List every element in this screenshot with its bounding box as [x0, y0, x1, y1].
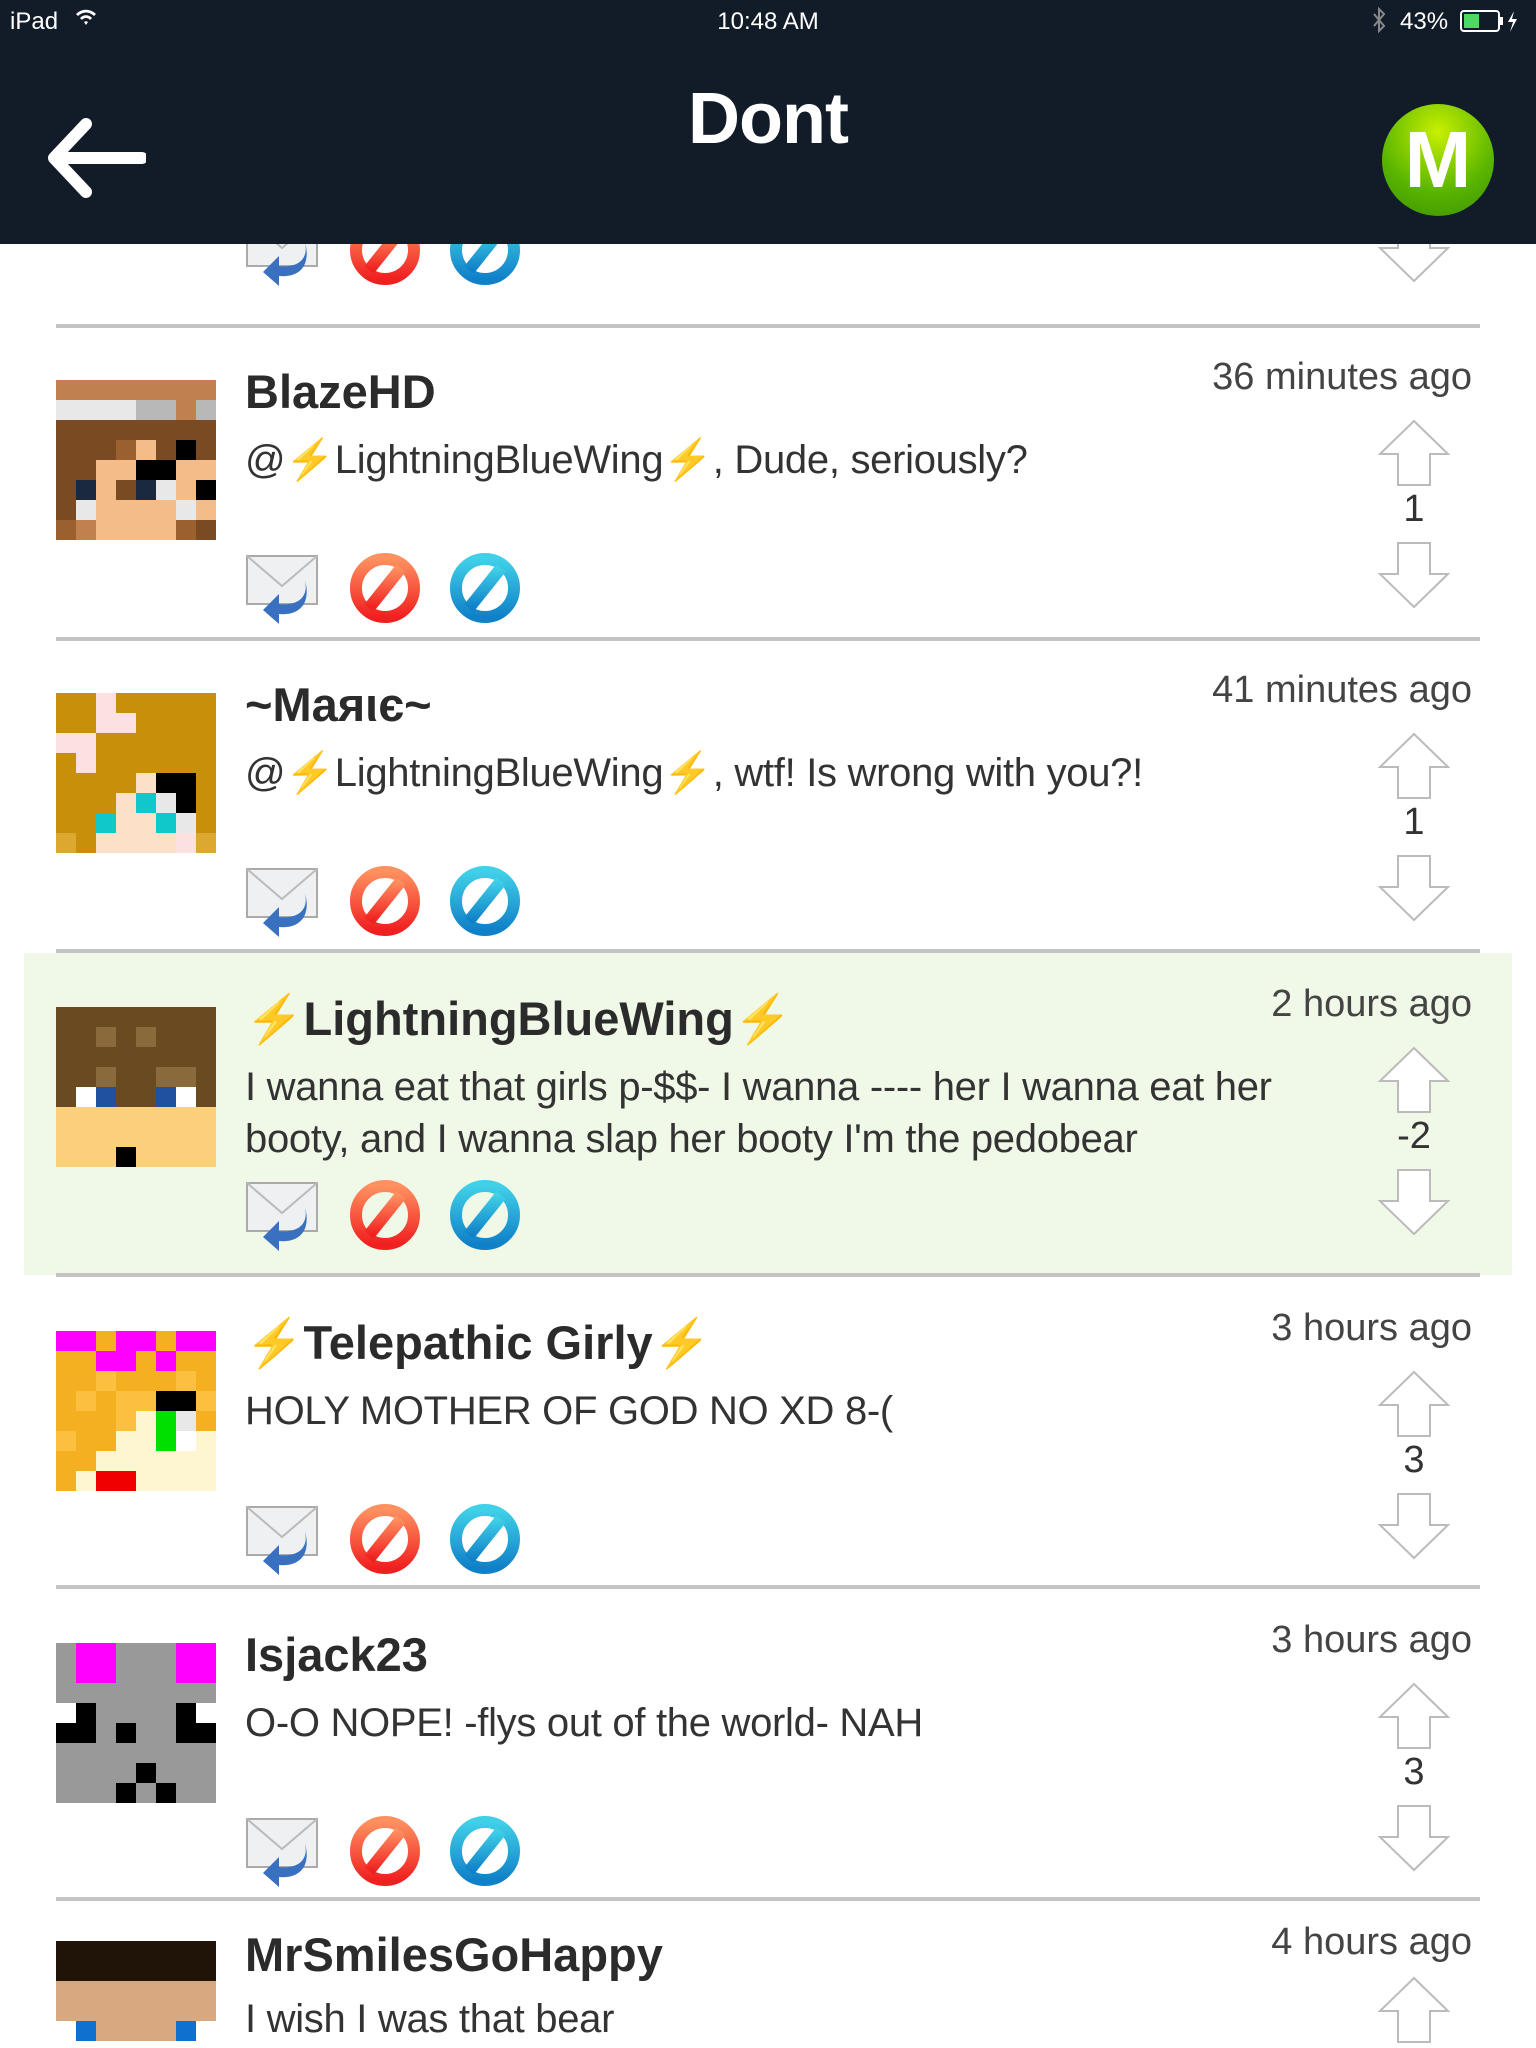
comment-item: BlazeHD 36 minutes ago @⚡LightningBlueWing… — [24, 326, 1512, 639]
comment-time: 36 minutes ago — [1212, 356, 1472, 398]
reply-icon[interactable] — [245, 1813, 321, 1889]
clock: 10:48 AM — [717, 8, 819, 35]
comment-actions — [245, 1815, 521, 1887]
comment-text: @⚡LightningBlueWing⚡, wtf! Is wrong with… — [245, 751, 1143, 795]
block-icon[interactable] — [449, 1815, 521, 1887]
comment-author[interactable]: BlazeHD — [245, 364, 436, 419]
comment-time: 3 hours ago — [1271, 1619, 1472, 1661]
vote-count: 1 — [1403, 801, 1425, 843]
comment-time: 4 hours ago — [1271, 1921, 1472, 1963]
downvote-button[interactable] — [1376, 853, 1452, 928]
report-icon[interactable] — [349, 1815, 421, 1887]
comment-item: ⚡Telepathic Girly⚡ 3 hours ago HOLY MOTHER… — [24, 1277, 1512, 1587]
downvote-icon[interactable] — [1376, 540, 1452, 610]
avatar[interactable] — [56, 380, 216, 540]
downvote-icon[interactable] — [1376, 244, 1452, 284]
report-icon[interactable] — [349, 1179, 421, 1251]
avatar[interactable] — [56, 1643, 216, 1803]
reply-icon[interactable] — [245, 1177, 321, 1253]
upvote-icon[interactable] — [1376, 1045, 1452, 1115]
comment-time: 41 minutes ago — [1212, 669, 1472, 711]
report-icon[interactable] — [349, 244, 421, 286]
upvote-button[interactable] — [1376, 1045, 1452, 1115]
block-icon[interactable] — [449, 552, 521, 624]
avatar[interactable] — [56, 693, 216, 853]
comment-text: I wanna eat that girls p-$$- I wanna ---… — [245, 1065, 1272, 1161]
partial-downvote-button[interactable] — [1376, 244, 1452, 289]
comment-text: I wish I was that bear — [245, 1997, 615, 2041]
upvote-button[interactable] — [1376, 731, 1452, 801]
reply-icon[interactable] — [245, 244, 321, 288]
downvote-button[interactable] — [1376, 1803, 1452, 1878]
upvote-icon[interactable] — [1376, 1975, 1452, 2045]
comment-list: BlazeHD 36 minutes ago @⚡LightningBlueWing… — [24, 244, 1512, 2048]
avatar[interactable] — [56, 1007, 216, 1167]
upvote-button[interactable] — [1376, 418, 1452, 488]
vote-count: 3 — [1403, 1439, 1425, 1481]
page-title: Dont — [688, 79, 849, 159]
reply-icon[interactable] — [245, 550, 321, 626]
app-logo-button[interactable]: M — [1382, 104, 1494, 216]
upvote-button[interactable] — [1376, 1975, 1452, 2045]
downvote-icon[interactable] — [1376, 853, 1452, 923]
comment-text: @⚡LightningBlueWing⚡, Dude, seriously? — [245, 438, 1028, 482]
reply-icon[interactable] — [245, 1501, 321, 1577]
comment-actions — [245, 865, 521, 937]
status-bar: iPad 10:48 AM 43% — [0, 0, 1536, 44]
downvote-icon[interactable] — [1376, 1491, 1452, 1561]
comment-author[interactable]: ⚡LightningBlueWing⚡ — [245, 991, 792, 1047]
comment-item: Isjack23 3 hours ago O-O NOPE! -flys out o… — [24, 1589, 1512, 1899]
comment-author[interactable]: ~Maяιє~ — [245, 677, 432, 732]
vote-count: 1 — [1403, 488, 1425, 530]
comment-actions — [245, 1179, 521, 1251]
comment-item: ~Maяιє~ 41 minutes ago @⚡LightningBlueWing… — [24, 639, 1512, 951]
battery-percent: 43% — [1400, 8, 1449, 35]
comment-text: HOLY MOTHER OF GOD NO XD 8-( — [245, 1389, 893, 1433]
avatar[interactable] — [56, 1331, 216, 1491]
avatar[interactable] — [56, 1941, 216, 2041]
comment-text: O-O NOPE! -flys out of the world- NAH — [245, 1701, 923, 1745]
vote-count: -2 — [1397, 1115, 1431, 1157]
partial-comment-actions — [245, 244, 521, 286]
reply-icon[interactable] — [245, 863, 321, 939]
downvote-icon[interactable] — [1376, 1167, 1452, 1237]
report-icon[interactable] — [349, 552, 421, 624]
comment-item: ⚡LightningBlueWing⚡ 2 hours ago I wanna ea… — [24, 953, 1512, 1275]
upvote-icon[interactable] — [1376, 731, 1452, 801]
downvote-button[interactable] — [1376, 540, 1452, 615]
comment-time: 3 hours ago — [1271, 1307, 1472, 1349]
comment-time: 2 hours ago — [1271, 983, 1472, 1025]
downvote-button[interactable] — [1376, 1491, 1452, 1566]
block-icon[interactable] — [449, 1179, 521, 1251]
upvote-button[interactable] — [1376, 1369, 1452, 1439]
downvote-icon[interactable] — [1376, 1803, 1452, 1873]
comment-actions — [245, 552, 521, 624]
block-icon[interactable] — [449, 244, 521, 286]
upvote-button[interactable] — [1376, 1681, 1452, 1751]
downvote-button[interactable] — [1376, 1167, 1452, 1242]
block-icon[interactable] — [449, 1503, 521, 1575]
comment-author[interactable]: ⚡Telepathic Girly⚡ — [245, 1315, 711, 1371]
vote-count: 3 — [1403, 1751, 1425, 1793]
bluetooth-icon — [1372, 6, 1386, 41]
report-icon[interactable] — [349, 1503, 421, 1575]
upvote-icon[interactable] — [1376, 1681, 1452, 1751]
report-icon[interactable] — [349, 865, 421, 937]
comment-actions — [245, 1503, 521, 1575]
block-icon[interactable] — [449, 865, 521, 937]
comment-author[interactable]: MrSmilesGoHappy — [245, 1927, 663, 1982]
comment-author[interactable]: Isjack23 — [245, 1627, 428, 1682]
battery-icon — [1460, 9, 1520, 40]
upvote-icon[interactable] — [1376, 1369, 1452, 1439]
upvote-icon[interactable] — [1376, 418, 1452, 488]
comment-item: MrSmilesGoHappy 4 hours ago I wish I was t… — [24, 1901, 1512, 2048]
